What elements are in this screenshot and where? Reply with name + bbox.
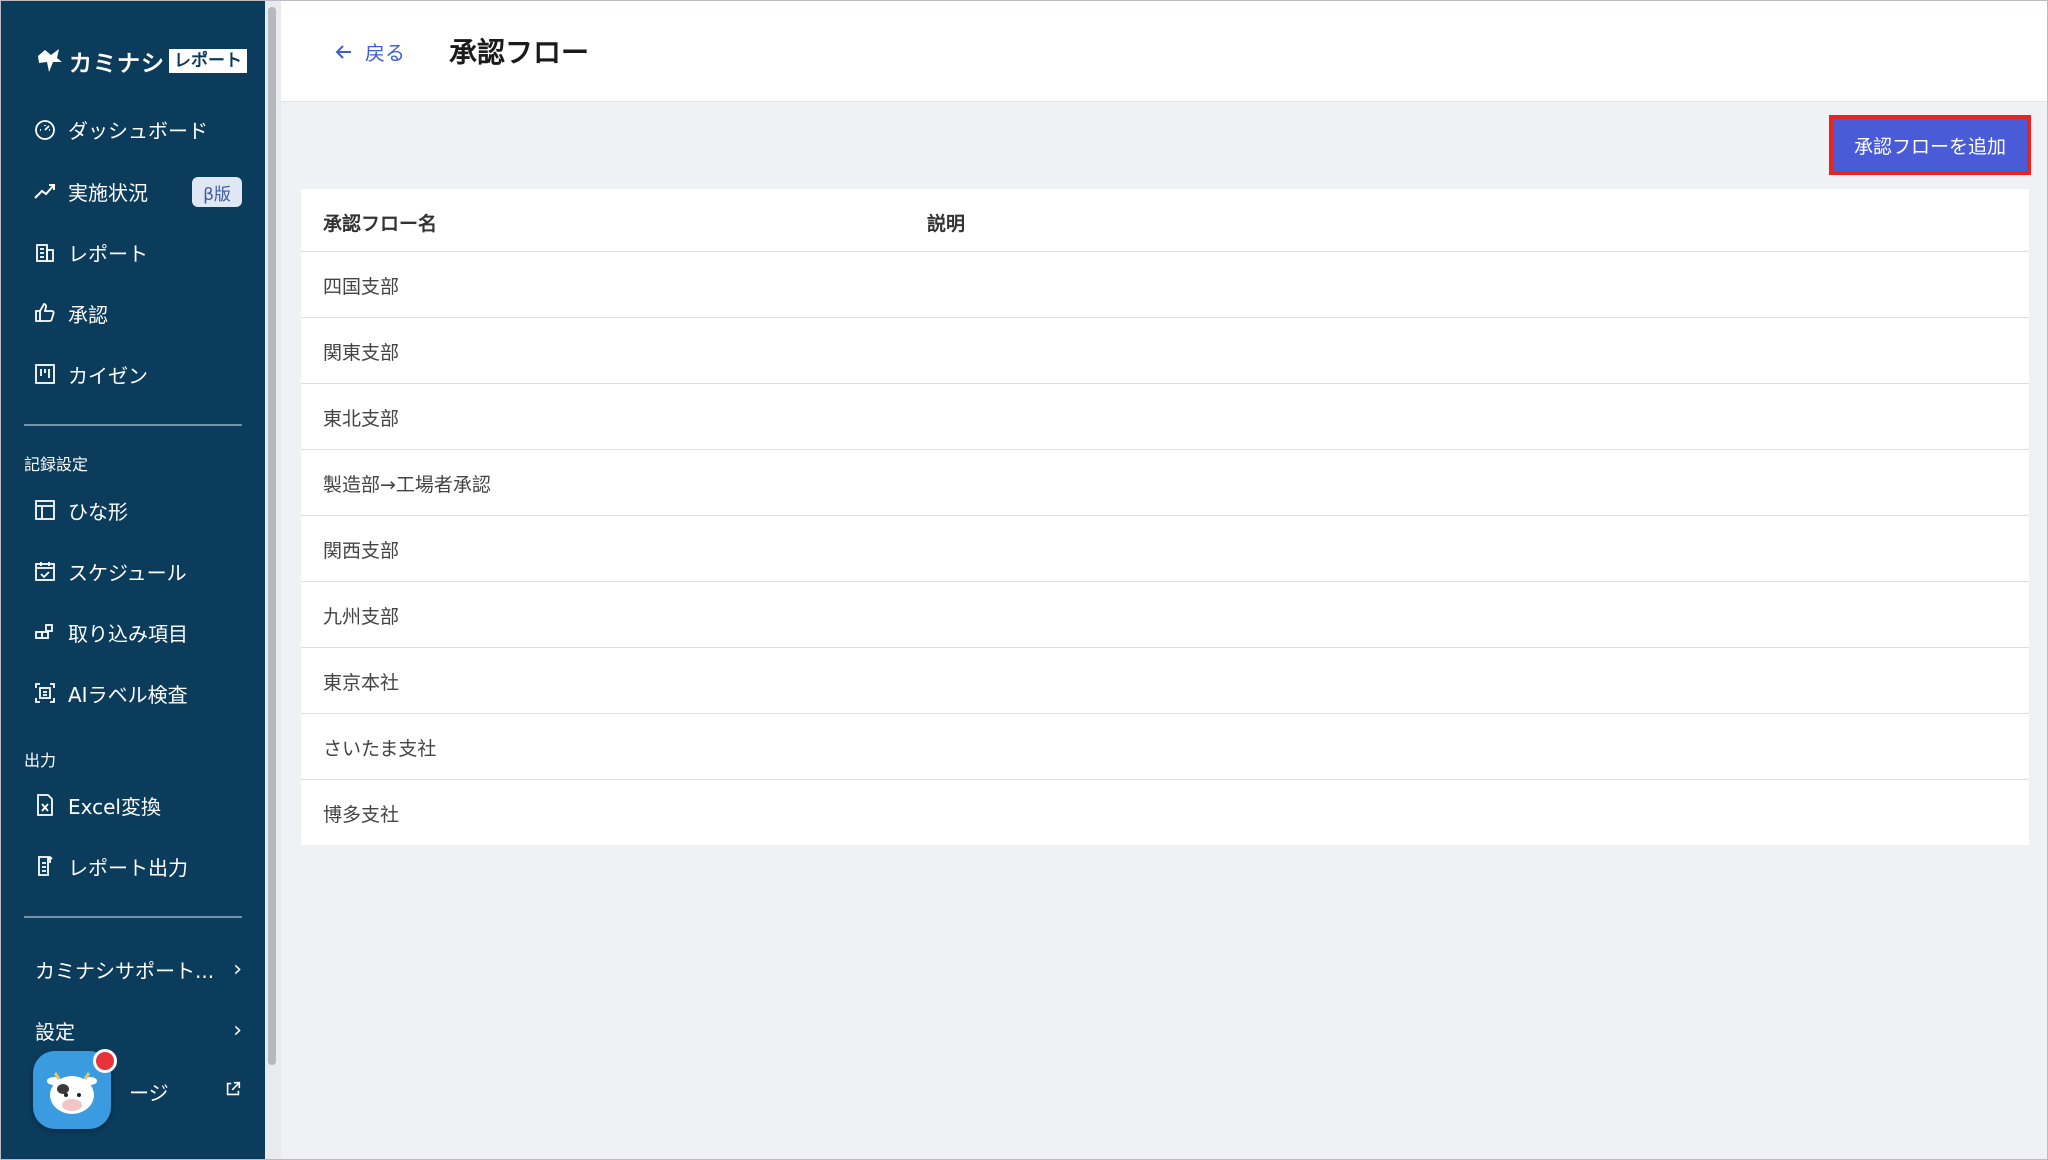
sidebar-item-label: 取り込み項目: [68, 621, 188, 646]
sidebar-item-excel[interactable]: Excel変換: [33, 785, 161, 825]
back-link[interactable]: 戻る: [333, 37, 405, 66]
report-building-icon: [33, 240, 57, 264]
sidebar-item-kaizen[interactable]: カイゼン: [33, 354, 148, 394]
table-row[interactable]: 九州支部: [301, 582, 2029, 648]
sidebar-item-approval[interactable]: 承認: [33, 293, 108, 333]
kaminashi-logo-icon: [38, 49, 62, 72]
row-name: 博多支社: [323, 804, 400, 826]
table-row[interactable]: 東京本社: [301, 648, 2029, 714]
sidebar-item-label: ージ: [129, 1080, 169, 1105]
sidebar-item-settings[interactable]: 設定 ›: [35, 1010, 242, 1050]
app-window: カミナシ レポート ダッシュボード 実施状況 β版 レポート 承認 カイゼン 記…: [0, 0, 2048, 1160]
calendar-icon: [33, 559, 57, 583]
table-row[interactable]: さいたま支社: [301, 714, 2029, 780]
row-name: さいたま支社: [323, 738, 437, 760]
section-heading-output: 出力: [24, 751, 57, 770]
add-approval-flow-button[interactable]: 承認フローを追加: [1829, 115, 2031, 175]
sidebar-divider: [24, 424, 242, 426]
template-icon: [33, 498, 57, 522]
row-name: 四国支部: [323, 276, 400, 298]
table-row[interactable]: 製造部→工場者承認: [301, 450, 2029, 516]
column-header-name: 承認フロー名: [323, 213, 438, 235]
table-row[interactable]: 博多支社: [301, 780, 2029, 845]
table-header: 承認フロー名 説明: [301, 189, 2029, 252]
section-heading-record-settings: 記録設定: [24, 455, 89, 474]
sidebar-item-label: スケジュール: [68, 560, 187, 585]
page-title: 承認フロー: [449, 36, 590, 69]
sidebar-divider: [24, 916, 242, 918]
sidebar-item-label: 設定: [35, 1019, 75, 1044]
row-name: 東北支部: [323, 408, 400, 430]
scrollbar-thumb[interactable]: [268, 7, 276, 1065]
sidebar-item-label: カミナシサポート...: [35, 958, 215, 983]
import-blocks-icon: [33, 620, 57, 644]
sidebar-item-report[interactable]: レポート: [33, 232, 148, 272]
approval-flow-table: 承認フロー名 説明 四国支部 関東支部 東北支部 製造部→工場者承認 関西支部 …: [301, 189, 2029, 845]
trend-chart-icon: [33, 179, 57, 203]
main-content: 戻る 承認フロー 承認フローを追加 承認フロー名 説明 四国支部 関東支部 東北…: [281, 1, 2047, 1159]
excel-file-icon: [33, 793, 57, 817]
back-label: 戻る: [365, 41, 405, 65]
sidebar-item-label: レポート出力: [68, 855, 188, 880]
thumbs-up-icon: [33, 301, 57, 325]
chevron-right-icon: ›: [233, 956, 242, 982]
table-row[interactable]: 関西支部: [301, 516, 2029, 582]
table-row[interactable]: 関東支部: [301, 318, 2029, 384]
notification-dot: [93, 1049, 117, 1073]
sidebar-item-label: AIラベル検査: [68, 682, 188, 707]
sidebar-item-schedule[interactable]: スケジュール: [33, 551, 187, 591]
chevron-right-icon: ›: [233, 1017, 242, 1043]
sidebar-item-status[interactable]: 実施状況: [33, 171, 148, 211]
arrow-left-icon: [335, 44, 351, 59]
row-name: 東京本社: [323, 672, 400, 694]
external-link-icon: [224, 1080, 242, 1103]
column-header-description: 説明: [927, 213, 966, 235]
row-name: 関東支部: [323, 342, 400, 364]
sidebar-item-template[interactable]: ひな形: [33, 490, 128, 530]
row-name: 関西支部: [323, 540, 400, 562]
sidebar-item-label: Excel変換: [68, 794, 161, 819]
sidebar-item-support[interactable]: カミナシサポート... ›: [35, 949, 242, 989]
sidebar-item-import-items[interactable]: 取り込み項目: [33, 612, 188, 652]
logo-badge: レポート: [169, 49, 247, 73]
sidebar-item-label: カイゼン: [68, 363, 148, 388]
sidebar-item-label: 承認: [68, 302, 108, 327]
logo[interactable]: カミナシ レポート: [35, 41, 247, 81]
logo-text: カミナシ: [69, 51, 165, 77]
sidebar-scrollbar[interactable]: [265, 1, 281, 1159]
dashboard-gauge-icon: [33, 117, 57, 141]
sidebar-item-ai-label[interactable]: AIラベル検査: [33, 673, 188, 713]
sidebar-item-label: ひな形: [68, 499, 128, 524]
report-export-icon: [33, 854, 57, 878]
ai-scan-icon: [33, 681, 57, 705]
sidebar-item-dashboard[interactable]: ダッシュボード: [33, 109, 208, 149]
sidebar-item-label: 実施状況: [68, 180, 148, 205]
row-name: 製造部→工場者承認: [323, 474, 491, 496]
sidebar-item-report-output[interactable]: レポート出力: [33, 846, 188, 886]
row-name: 九州支部: [323, 606, 400, 628]
table-row[interactable]: 東北支部: [301, 384, 2029, 450]
sidebar-item-label: ダッシュボード: [68, 118, 208, 143]
beta-badge: β版: [192, 177, 242, 207]
table-row[interactable]: 四国支部: [301, 252, 2029, 318]
kaizen-board-icon: [33, 362, 57, 386]
sidebar-item-label: レポート: [68, 241, 148, 266]
sidebar: カミナシ レポート ダッシュボード 実施状況 β版 レポート 承認 カイゼン 記…: [1, 1, 265, 1159]
page-header: 戻る 承認フロー: [281, 1, 2047, 102]
